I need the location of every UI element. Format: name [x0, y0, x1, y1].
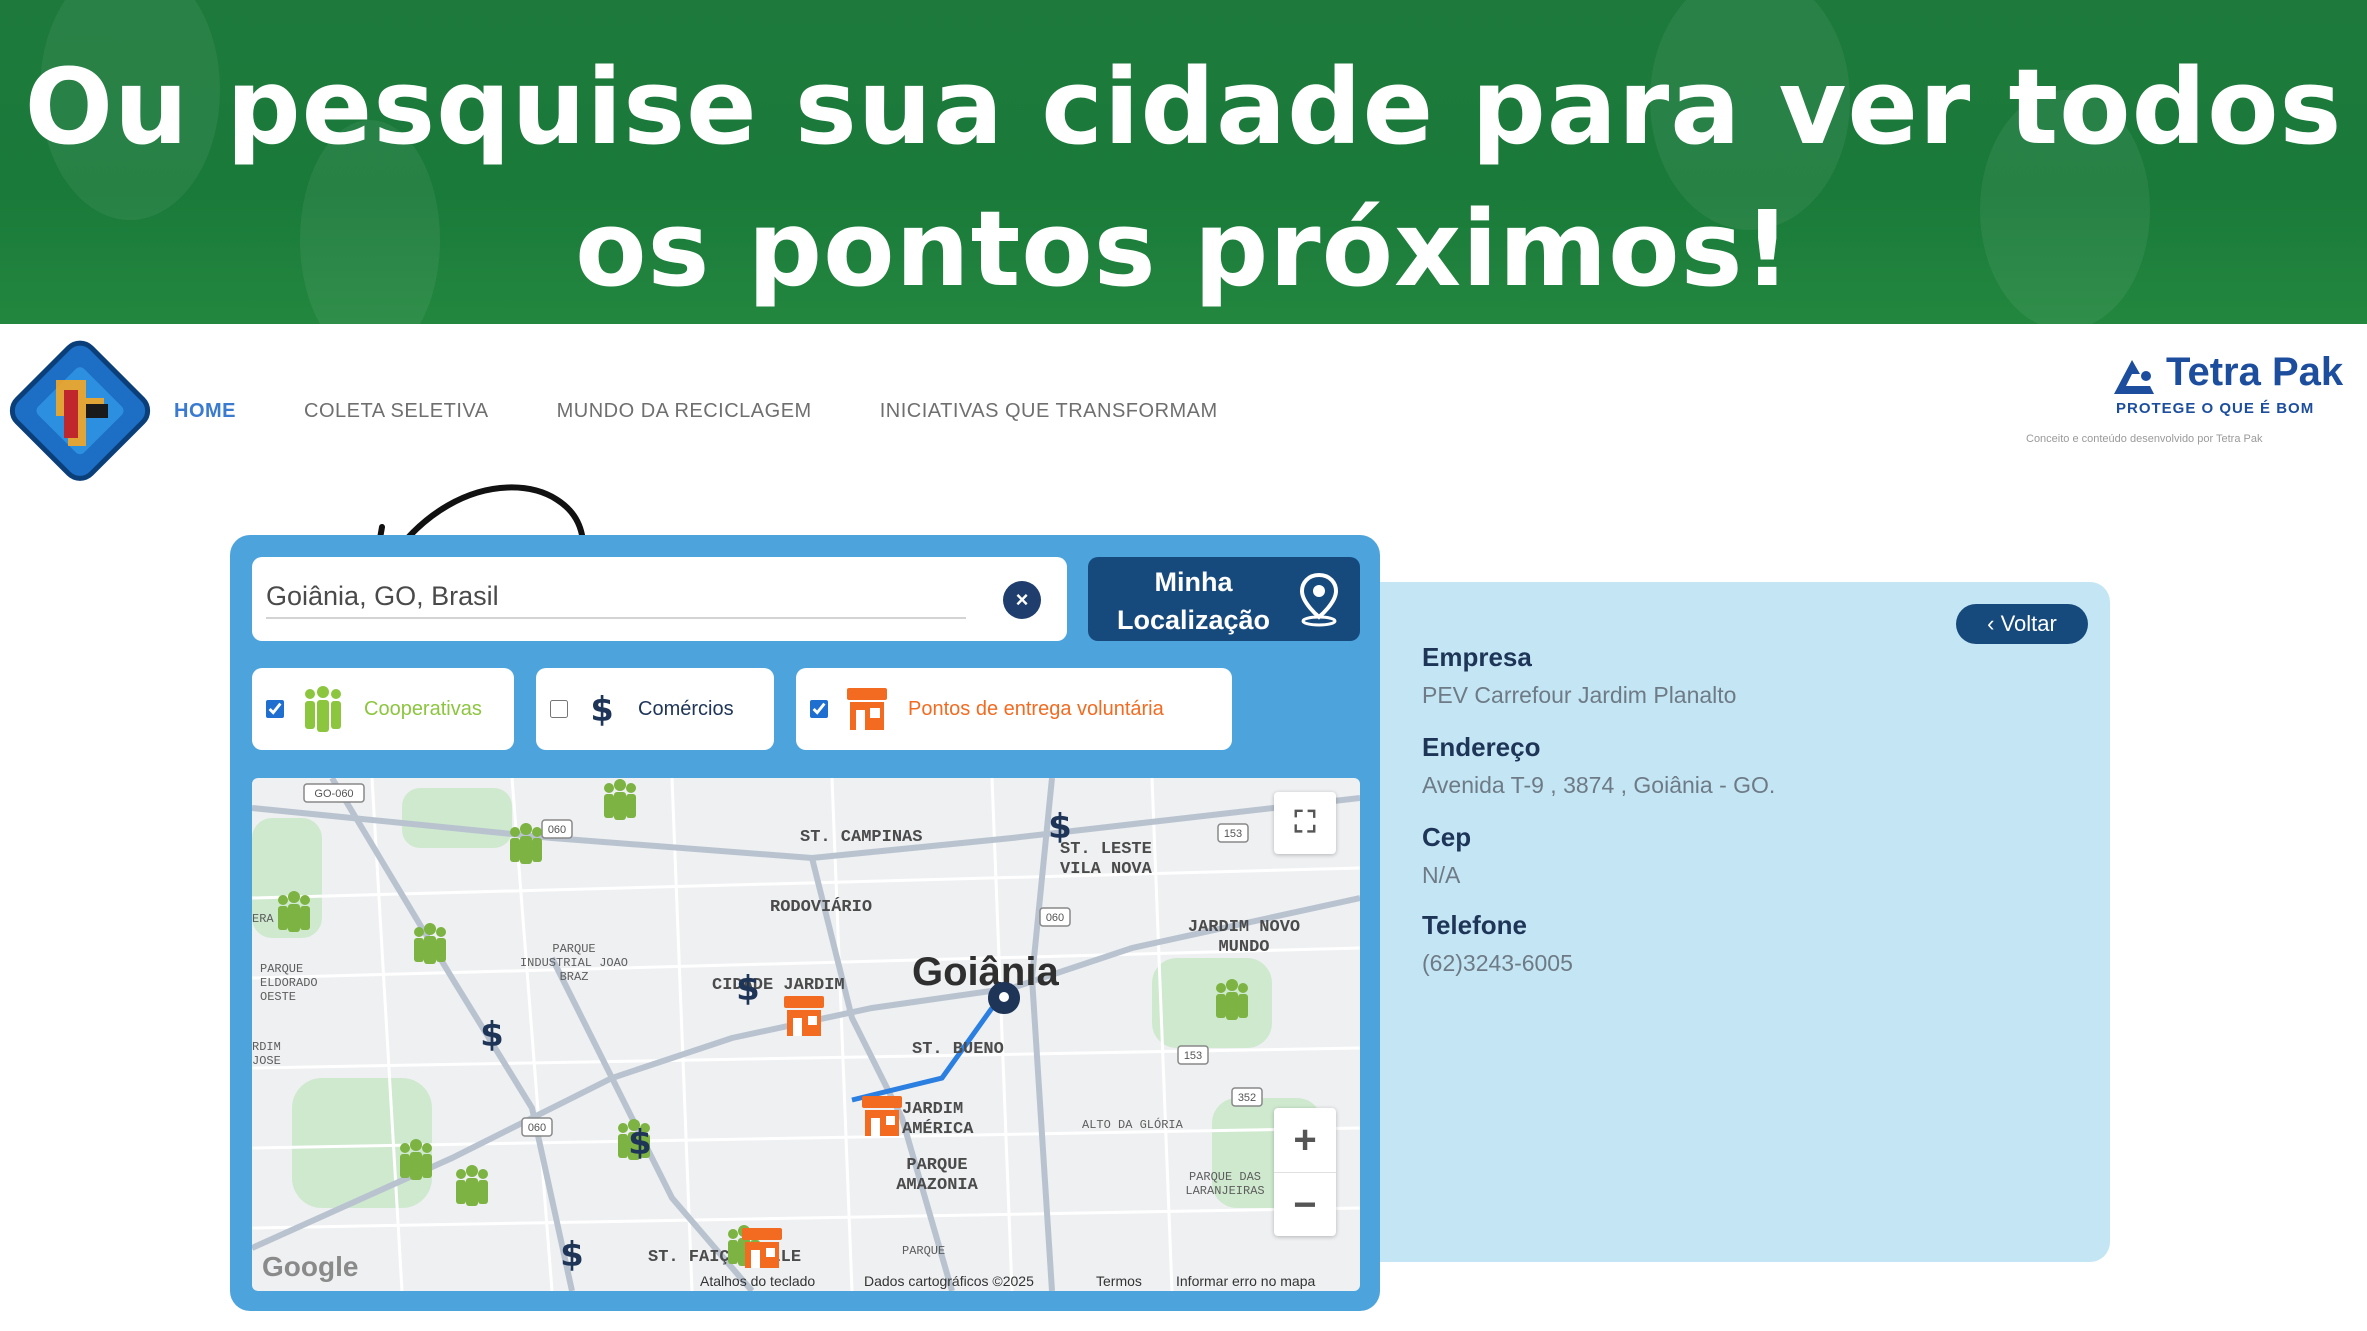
filter-comercios[interactable]: $ Comércios — [536, 668, 774, 750]
banner-title: Ou pesquise sua cidade para ver todos os… — [24, 46, 2343, 310]
svg-text:153: 153 — [1184, 1050, 1202, 1062]
chevron-left-icon: ‹ — [1987, 611, 2001, 636]
pev-label: Pontos de entrega voluntária — [908, 697, 1164, 720]
cooperativas-checkbox[interactable] — [266, 700, 284, 718]
cep-value: N/A — [1422, 862, 1461, 888]
map-label: ERA FRUZ — [252, 912, 310, 926]
svg-text:060: 060 — [548, 824, 566, 836]
people-icon — [305, 686, 341, 732]
map-roads: GO-060 060 153 060 153 060 352 — [252, 778, 1360, 1291]
site-logo[interactable] — [8, 338, 153, 483]
map-label: PARQUE — [902, 1244, 946, 1258]
map-label: ST. CAMPINAS — [800, 828, 923, 847]
my-location-button[interactable]: Minha Localização — [1088, 557, 1360, 641]
map-search-panel: × Minha Localização Cooperativas $ Com — [230, 535, 1380, 1311]
zoom-in-button[interactable]: + — [1274, 1108, 1336, 1172]
svg-text:060: 060 — [528, 1122, 546, 1134]
map-label: ST. LESTE VILA NOVA — [1060, 840, 1152, 879]
nav-mundo-da-reciclagem[interactable]: MUNDO DA RECICLAGEM — [557, 400, 812, 430]
back-button[interactable]: ‹ Voltar — [1956, 604, 2088, 644]
partner-credit: Conceito e conteúdo desenvolvido por Tet… — [2026, 433, 2263, 445]
svg-text:$: $ — [590, 690, 613, 729]
comercios-checkbox[interactable] — [550, 700, 568, 718]
dollar-icon: $ — [590, 690, 613, 729]
map-label: ST. FAIÇALVILLE — [648, 1248, 802, 1267]
fullscreen-icon[interactable]: ⛶ — [1274, 792, 1336, 854]
address-label: Endereço — [1422, 732, 1541, 762]
back-label: Voltar — [2000, 611, 2057, 636]
tetra-pak-icon — [2114, 360, 2154, 394]
filter-pev[interactable]: Pontos de entrega voluntária — [796, 668, 1232, 750]
comercios-label: Comércios — [638, 697, 734, 720]
pev-store-icon — [847, 688, 887, 730]
map-data-credit: Dados cartográficos ©2025 — [864, 1273, 1034, 1289]
svg-text:352: 352 — [1238, 1092, 1256, 1104]
nav-iniciativas[interactable]: INICIATIVAS QUE TRANSFORMAM — [880, 400, 1218, 430]
zoom-out-button[interactable]: − — [1274, 1172, 1336, 1236]
map-label: PARQUE INDUSTRIAL JOAO BRAZ — [519, 942, 629, 984]
company-value: PEV Carrefour Jardim Planalto — [1422, 682, 1737, 708]
search-box: × — [252, 557, 1067, 641]
phone-label: Telefone — [1422, 910, 1527, 940]
report-error-link[interactable]: Informar erro no mapa — [1176, 1273, 1315, 1289]
main-nav: HOME COLETA SELETIVA MUNDO DA RECICLAGEM… — [174, 400, 1218, 430]
svg-text:060: 060 — [1046, 912, 1064, 924]
cep-label: Cep — [1422, 822, 1472, 852]
phone-value: (62)3243-6005 — [1422, 950, 1573, 976]
location-detail-card: ‹ Voltar Empresa PEV Carrefour Jardim Pl… — [1380, 582, 2110, 1262]
map-label: RDIM JOSE — [252, 1040, 281, 1068]
map-label: CIDADE JARDIM — [712, 976, 845, 995]
pev-checkbox[interactable] — [810, 700, 828, 718]
map-label: JARDIM NOVO MUNDO — [1187, 918, 1301, 957]
map-city-label: Goiânia — [912, 950, 1059, 994]
map-label: ST. BUENO — [912, 1040, 1004, 1059]
terms-link[interactable]: Termos — [1096, 1273, 1142, 1289]
address-value: Avenida T-9 , 3874 , Goiânia - GO. — [1422, 772, 1776, 798]
my-location-label: Minha Localização — [1116, 567, 1271, 635]
city-search-input[interactable] — [266, 575, 966, 619]
map-label: RODOVIÁRIO — [770, 898, 873, 917]
filter-cooperativas[interactable]: Cooperativas — [252, 668, 514, 750]
map-label: PARQUE DAS LARANJEIRAS — [1185, 1170, 1265, 1198]
nav-home[interactable]: HOME — [174, 400, 236, 430]
nav-coleta-seletiva[interactable]: COLETA SELETIVA — [304, 400, 489, 430]
zoom-control: + − — [1274, 1108, 1336, 1236]
svg-text:GO-060: GO-060 — [314, 788, 353, 800]
map-view[interactable]: GO-060 060 153 060 153 060 352 ST. CAMPI… — [252, 778, 1360, 1291]
company-label: Empresa — [1422, 642, 1532, 672]
map-label: PARQUE AMAZONIA — [896, 1156, 978, 1195]
tetra-pak-logo[interactable]: Tetra Pak PROTEGE O QUE É BOM Conceito e… — [2026, 350, 2360, 460]
map-pin-icon — [1299, 572, 1339, 627]
keyboard-shortcuts-link[interactable]: Atalhos do teclado — [700, 1273, 815, 1289]
svg-text:153: 153 — [1224, 828, 1242, 840]
clear-icon[interactable]: × — [1003, 581, 1041, 619]
hero-banner: Ou pesquise sua cidade para ver todos os… — [0, 0, 2367, 324]
partner-tagline: PROTEGE O QUE É BOM — [2116, 400, 2315, 417]
partner-name: Tetra Pak — [2166, 350, 2344, 394]
map-label: PARQUE ELDORADO OESTE — [260, 962, 318, 1004]
map-label: JARDIM AMÉRICA — [902, 1100, 974, 1139]
cooperativas-label: Cooperativas — [364, 697, 482, 720]
map-label: ALTO DA GLÓRIA — [1082, 1118, 1183, 1132]
google-logo: Google — [262, 1251, 359, 1282]
